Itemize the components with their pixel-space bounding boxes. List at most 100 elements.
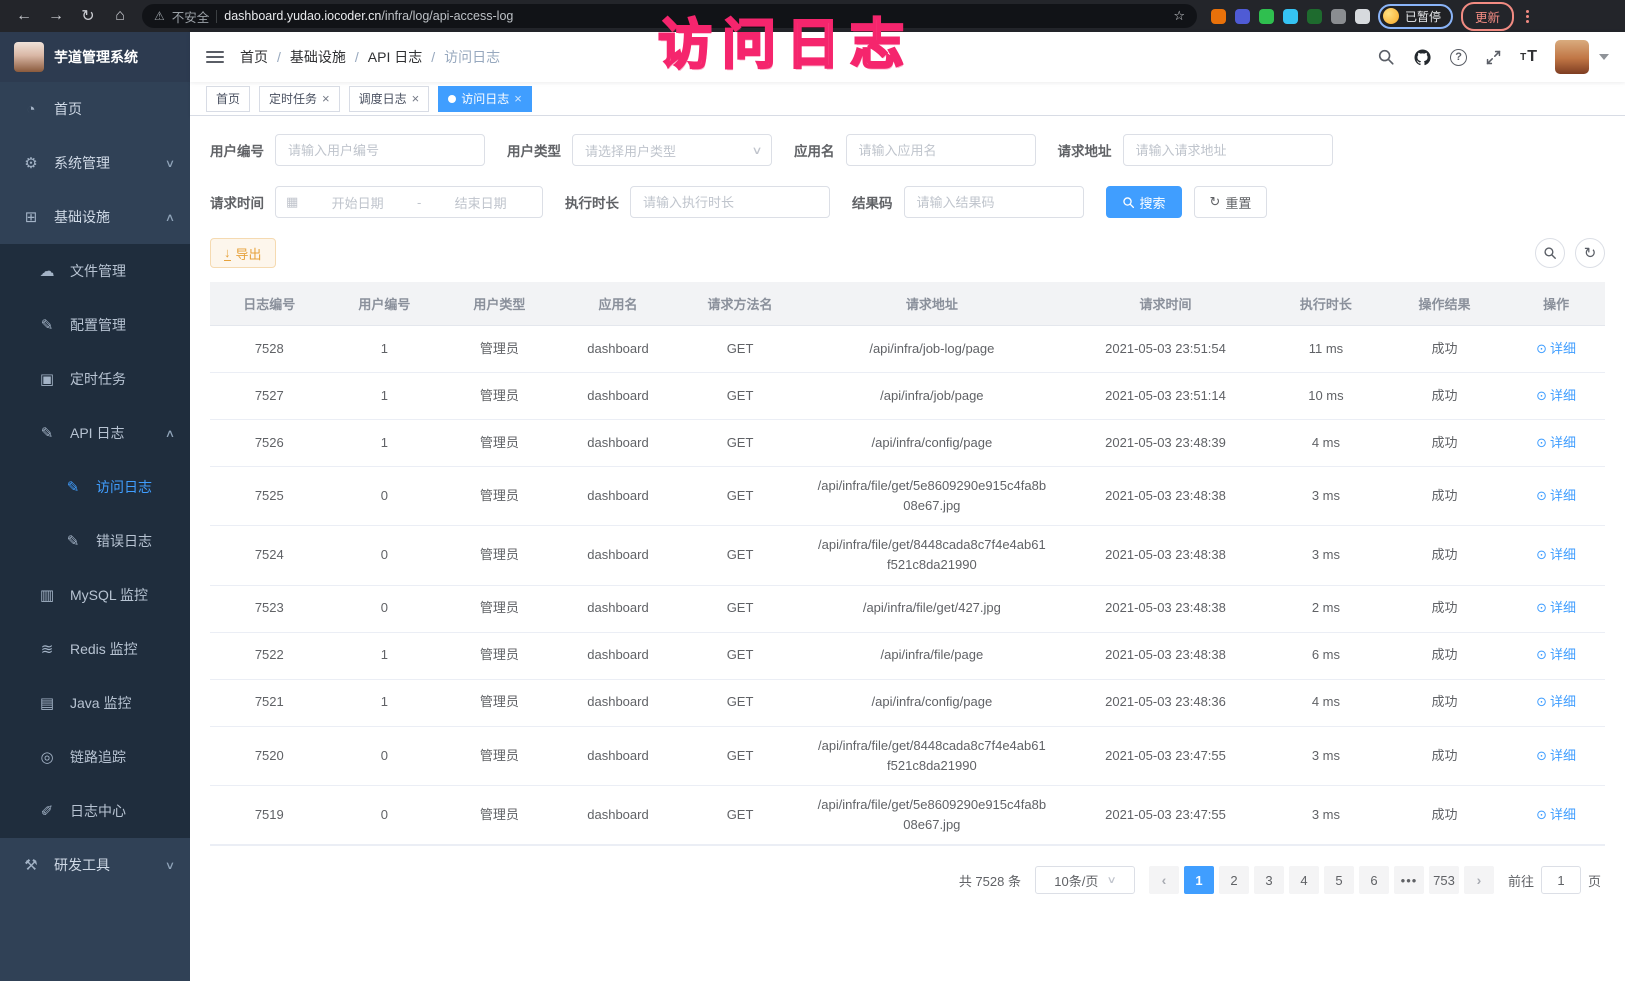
sidebar-item-log-center[interactable]: ✐ 日志中心 [0,784,190,838]
tag[interactable]: 调度日志 × [349,86,430,112]
extension-icon[interactable] [1283,9,1298,24]
detail-link[interactable]: ⊙ 详细 [1536,433,1576,453]
page-button-2[interactable]: 2 [1219,866,1249,894]
app-title: 芋道管理系统 [54,47,138,67]
detail-link[interactable]: ⊙ 详细 [1536,545,1576,565]
reset-button[interactable]: ↻ 重置 [1194,186,1268,218]
sidebar-item-mysql[interactable]: ▥ MySQL 监控 [0,568,190,622]
sidebar-item-system[interactable]: ⚙ 系统管理 ∨ [0,136,190,190]
next-page-button[interactable]: › [1464,866,1494,894]
cell-request-url: /api/infra/file/get/5e8609290e915c4fa8b0… [803,786,1061,844]
tag[interactable]: 访问日志 × [438,86,532,112]
tag[interactable]: 定时任务 × [259,86,340,112]
sidebar-item-error-log[interactable]: ✎ 错误日志 [0,514,190,568]
duration-input[interactable] [630,186,830,218]
detail-link[interactable]: ⊙ 详细 [1536,805,1576,825]
breadcrumb-item[interactable]: 基础设施 [290,47,346,67]
toggle-search-button[interactable] [1535,238,1565,268]
sidebar-toggle-icon[interactable] [206,51,224,63]
forward-icon[interactable]: → [42,3,70,29]
address-bar[interactable]: ⚠ 不安全 dashboard.yudao.iocoder.cn/infra/l… [142,4,1197,28]
sidebar-item-devtools[interactable]: ⚒ 研发工具 ∨ [0,838,190,892]
prev-page-button[interactable]: ‹ [1149,866,1179,894]
detail-link[interactable]: ⊙ 详细 [1536,339,1576,359]
extension-icon[interactable] [1235,9,1250,24]
sidebar-item-redis[interactable]: ≋ Redis 监控 [0,622,190,676]
request-url-input[interactable] [1123,134,1333,166]
page-button-4[interactable]: 4 [1289,866,1319,894]
home-icon[interactable]: ⌂ [106,3,134,29]
search-icon [1122,196,1135,209]
bookmark-star-icon[interactable]: ☆ [1173,8,1185,24]
extension-icon[interactable] [1331,9,1346,24]
tag-close-icon[interactable]: × [322,92,330,105]
fullscreen-icon[interactable] [1485,49,1502,66]
help-icon[interactable]: ? [1450,49,1467,66]
download-icon: ↓ [224,246,231,261]
cell-request-url: /api/infra/file/page [803,636,1061,674]
github-icon[interactable] [1413,48,1432,67]
detail-link[interactable]: ⊙ 详细 [1536,386,1576,406]
page-button-753[interactable]: 753 [1429,866,1459,894]
user-type-select[interactable]: 请选择用户类型 ∨ [572,134,772,166]
page-button-5[interactable]: 5 [1324,866,1354,894]
goto-page-input[interactable] [1541,866,1581,894]
cell-user-id: 1 [329,377,441,415]
sidebar-item-home[interactable]: ◔ 首页 [0,82,190,136]
sidebar-item-infra[interactable]: ⊞ 基础设施 ∧ [0,190,190,244]
detail-link[interactable]: ⊙ 详细 [1536,645,1576,665]
detail-link[interactable]: ⊙ 详细 [1536,486,1576,506]
browser-menu-icon[interactable] [1522,10,1533,23]
breadcrumb-item[interactable]: API 日志 [368,47,422,67]
page-button-6[interactable]: 6 [1359,866,1389,894]
sidebar-item-api-log[interactable]: ✎ API 日志 ∧ [0,406,190,460]
extension-icon[interactable] [1211,9,1226,24]
date-range-picker[interactable]: ▦ 开始日期 - 结束日期 [275,186,543,218]
app-logo[interactable]: 芋道管理系统 [0,32,190,82]
cell-result: 成功 [1382,796,1508,834]
breadcrumb-item[interactable]: 首页 [240,47,268,67]
sidebar-item-java[interactable]: ▤ Java 监控 [0,676,190,730]
table-row: 7521 1 管理员 dashboard GET /api/infra/conf… [210,680,1605,727]
font-size-icon[interactable]: TT [1520,48,1537,66]
sidebar-menu: ◔ 首页 ⚙ 系统管理 ∨ ⊞ 基础设施 ∧ ☁ 文件管理 ✎ 配置管理 ▣ 定… [0,82,190,981]
user-id-input[interactable] [275,134,485,166]
user-avatar[interactable] [1555,40,1589,74]
tag-close-icon[interactable]: × [412,92,420,105]
export-button[interactable]: ↓ 导出 [210,238,276,268]
cell-result: 成功 [1382,589,1508,627]
sidebar-item-access-log[interactable]: ✎ 访问日志 [0,460,190,514]
sidebar-item-trace[interactable]: ◎ 链路追踪 [0,730,190,784]
cell-user-type: 管理员 [440,683,559,721]
detail-link[interactable]: ⊙ 详细 [1536,598,1576,618]
cloud-upload-icon: ☁ [36,262,58,280]
search-icon[interactable] [1377,48,1395,66]
app-name-input[interactable] [846,134,1036,166]
request-time-label: 请求时间 [210,192,264,212]
caret-down-icon[interactable] [1599,54,1609,60]
tag[interactable]: 首页 [206,86,250,112]
page-size-select[interactable]: 10条/页 ∨ [1035,866,1135,894]
search-button[interactable]: 搜索 [1106,186,1182,218]
extension-icon[interactable] [1307,9,1322,24]
cell-log-id: 7524 [210,536,329,574]
warning-icon: ⚠ [154,9,165,23]
tag-close-icon[interactable]: × [514,92,522,105]
cell-request-time: 2021-05-03 23:47:55 [1061,796,1270,834]
result-code-input[interactable] [904,186,1084,218]
reload-icon[interactable]: ↻ [74,3,102,29]
back-icon[interactable]: ← [10,3,38,29]
chrome-update-button[interactable]: 更新 [1461,2,1514,31]
extension-icon[interactable] [1355,9,1370,24]
sidebar-item-file[interactable]: ☁ 文件管理 [0,244,190,298]
page-button-3[interactable]: 3 [1254,866,1284,894]
extension-icon[interactable] [1259,9,1274,24]
page-button-1[interactable]: 1 [1184,866,1214,894]
sidebar-item-job[interactable]: ▣ 定时任务 [0,352,190,406]
sidebar-item-config[interactable]: ✎ 配置管理 [0,298,190,352]
pager-ellipsis[interactable]: ••• [1394,866,1424,894]
profile-paused-badge[interactable]: 已暂停 [1378,4,1453,29]
refresh-table-button[interactable]: ↻ [1575,238,1605,268]
detail-link[interactable]: ⊙ 详细 [1536,746,1576,766]
detail-link[interactable]: ⊙ 详细 [1536,692,1576,712]
